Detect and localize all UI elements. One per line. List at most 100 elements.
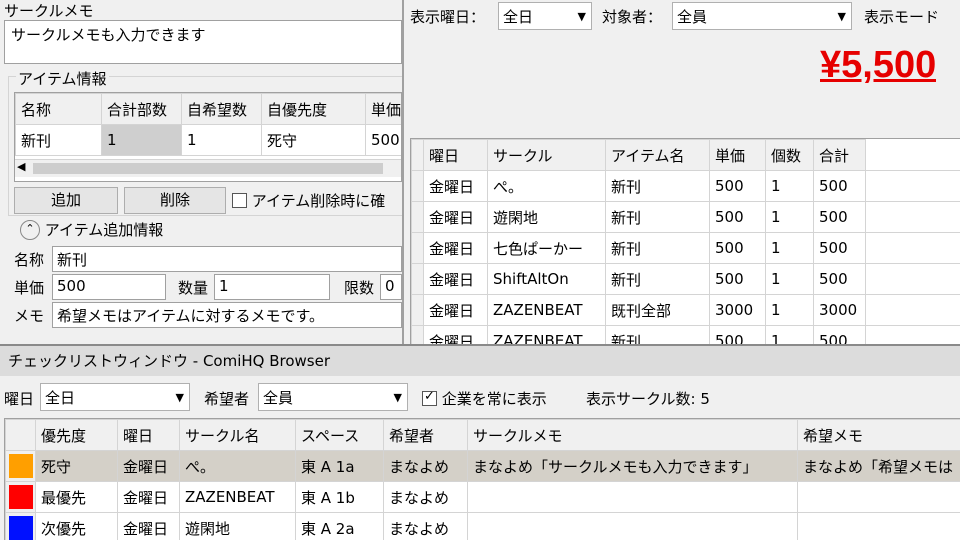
quantity-field[interactable]: 1 — [214, 274, 330, 300]
table-row[interactable]: 金曜日 ぺ。 新刊 500 1 500 — [411, 170, 960, 202]
summary-cell-day[interactable]: 金曜日 — [423, 263, 488, 295]
priority-color-swatch[interactable] — [5, 450, 36, 482]
row-header[interactable] — [411, 232, 424, 264]
summary-cell-total[interactable]: 500 — [813, 170, 866, 202]
checklist-wisher-select[interactable]: 全員 ▼ — [258, 383, 408, 411]
checklist-cell-space[interactable]: 東 A 2a — [295, 512, 384, 540]
summary-cell-day[interactable]: 金曜日 — [423, 170, 488, 202]
item-cell-name[interactable]: 新刊 — [15, 124, 102, 156]
table-row[interactable]: 金曜日 ZAZENBEAT 既刊全部 3000 1 3000 — [411, 294, 960, 326]
summary-cell-item[interactable]: 既刊全部 — [605, 294, 710, 326]
checklist-cell-circle[interactable]: ZAZENBEAT — [179, 481, 296, 513]
row-header[interactable] — [411, 170, 424, 202]
scroll-left-icon[interactable]: ◀ — [17, 160, 25, 173]
checklist-cell-day[interactable]: 金曜日 — [117, 450, 180, 482]
row-header[interactable] — [411, 201, 424, 233]
checklist-cell-space[interactable]: 東 A 1b — [295, 481, 384, 513]
table-row[interactable]: 金曜日 七色ぱーかー 新刊 500 1 500 — [411, 232, 960, 264]
confirm-delete-checkbox-row[interactable]: アイテム削除時に確 — [232, 190, 404, 211]
summary-cell-price[interactable]: 500 — [709, 201, 766, 233]
summary-cell-count[interactable]: 1 — [765, 201, 814, 233]
checklist-cell-circle[interactable]: 遊閑地 — [179, 512, 296, 540]
checklist-cell-wish-memo[interactable] — [797, 512, 960, 540]
add-item-button[interactable]: 追加 — [14, 187, 118, 214]
circle-memo-input[interactable]: サークルメモも入力できます — [4, 20, 402, 64]
delete-item-button[interactable]: 削除 — [124, 187, 226, 214]
table-row[interactable]: 金曜日 ShiftAltOn 新刊 500 1 500 — [411, 263, 960, 295]
summary-cell-total[interactable]: 500 — [813, 263, 866, 295]
summary-cell-count[interactable]: 1 — [765, 232, 814, 264]
item-cell-priority[interactable]: 死守 — [261, 124, 366, 156]
name-field[interactable]: 新刊 — [52, 246, 402, 272]
price-field[interactable]: 500 — [52, 274, 166, 300]
display-day-select[interactable]: 全日 ▼ — [498, 2, 592, 30]
summary-cell-count[interactable]: 1 — [765, 263, 814, 295]
table-row[interactable]: 金曜日 遊閑地 新刊 500 1 500 — [411, 201, 960, 233]
summary-cell-item[interactable]: 新刊 — [605, 263, 710, 295]
summary-cell-price[interactable]: 500 — [709, 263, 766, 295]
priority-color-swatch[interactable] — [5, 481, 36, 513]
row-header[interactable] — [411, 325, 424, 344]
table-row[interactable]: 最優先 金曜日 ZAZENBEAT 東 A 1b まなよめ — [5, 481, 960, 513]
item-cell-total[interactable]: 1 — [101, 124, 182, 156]
horizontal-scrollbar[interactable]: ◀ — [15, 159, 401, 177]
chevron-down-icon[interactable]: ▼ — [176, 391, 184, 404]
checklist-cell-priority[interactable]: 死守 — [35, 450, 118, 482]
company-checkbox-row[interactable]: ✓ 企業を常に表示 — [422, 388, 547, 409]
item-add-expander[interactable]: ⌃ アイテム追加情報 — [20, 219, 163, 240]
summary-cell-circle[interactable]: ZAZENBEAT — [487, 294, 606, 326]
row-header[interactable] — [411, 263, 424, 295]
checklist-cell-wish-memo[interactable] — [797, 481, 960, 513]
summary-cell-total[interactable]: 500 — [813, 232, 866, 264]
summary-cell-total[interactable]: 500 — [813, 325, 866, 344]
checklist-cell-circle-memo[interactable] — [467, 481, 798, 513]
chevron-down-icon[interactable]: ▼ — [578, 10, 586, 23]
checklist-cell-day[interactable]: 金曜日 — [117, 481, 180, 513]
table-row[interactable]: 死守 金曜日 ぺ。東 A 1a まなよめ まなよめ「サークルメモも入力できます」 まなよめ… — [5, 450, 960, 482]
checklist-cell-circle[interactable]: ぺ。 — [179, 450, 296, 482]
table-row[interactable]: 新刊 1 1 死守 500 — [15, 124, 401, 156]
summary-cell-item[interactable]: 新刊 — [605, 325, 710, 344]
summary-cell-item[interactable]: 新刊 — [605, 232, 710, 264]
checklist-cell-wisher[interactable]: まなよめ — [383, 512, 468, 540]
chevron-down-icon[interactable]: ▼ — [394, 391, 402, 404]
target-select[interactable]: 全員 ▼ — [672, 2, 852, 30]
checklist-grid[interactable]: 優先度 曜日 サークル名 スペース 希望者 サークルメモ 希望メモ 死守 金曜日ぺ… — [4, 418, 960, 540]
limit-field[interactable]: 0 — [380, 274, 402, 300]
summary-cell-count[interactable]: 1 — [765, 325, 814, 344]
summary-cell-price[interactable]: 500 — [709, 232, 766, 264]
table-row[interactable]: 金曜日 ZAZENBEAT 新刊 500 1 500 — [411, 325, 960, 344]
summary-cell-item[interactable]: 新刊 — [605, 170, 710, 202]
summary-cell-day[interactable]: 金曜日 — [423, 294, 488, 326]
row-header[interactable] — [411, 294, 424, 326]
summary-cell-day[interactable]: 金曜日 — [423, 232, 488, 264]
checklist-cell-priority[interactable]: 最優先 — [35, 481, 118, 513]
summary-cell-circle[interactable]: 七色ぱーかー — [487, 232, 606, 264]
checklist-cell-space[interactable]: 東 A 1a — [295, 450, 384, 482]
summary-cell-total[interactable]: 3000 — [813, 294, 866, 326]
summary-cell-circle[interactable]: ShiftAltOn — [487, 263, 606, 295]
summary-cell-day[interactable]: 金曜日 — [423, 325, 488, 344]
checklist-title-bar[interactable]: チェックリストウィンドウ - ComiHQ Browser — [0, 346, 960, 376]
summary-cell-day[interactable]: 金曜日 — [423, 201, 488, 233]
memo-field[interactable]: 希望メモはアイテムに対するメモです。 — [52, 302, 402, 328]
checklist-day-select[interactable]: 全日 ▼ — [40, 383, 190, 411]
table-row[interactable]: 次優先 金曜日 遊閑地東 A 2a まなよめ — [5, 512, 960, 540]
checklist-cell-circle-memo[interactable] — [467, 512, 798, 540]
checklist-cell-circle-memo[interactable]: まなよめ「サークルメモも入力できます」 — [467, 450, 798, 482]
company-checkbox[interactable]: ✓ — [422, 389, 437, 406]
checklist-cell-wish-memo[interactable]: まなよめ「希望メモは — [797, 450, 960, 482]
summary-cell-count[interactable]: 1 — [765, 170, 814, 202]
summary-cell-price[interactable]: 500 — [709, 325, 766, 344]
item-cell-price[interactable]: 500 — [365, 124, 401, 156]
item-cell-wish[interactable]: 1 — [181, 124, 262, 156]
summary-cell-count[interactable]: 1 — [765, 294, 814, 326]
summary-grid[interactable]: 曜日 サークル アイテム名 単価 個数 合計 金曜日 ぺ。 新刊 500 1 500 金曜日… — [410, 138, 960, 344]
summary-cell-price[interactable]: 500 — [709, 170, 766, 202]
priority-color-swatch[interactable] — [5, 512, 36, 540]
chevron-down-icon[interactable]: ▼ — [838, 10, 846, 23]
checklist-cell-wisher[interactable]: まなよめ — [383, 481, 468, 513]
scrollbar-thumb[interactable] — [33, 163, 383, 174]
summary-cell-total[interactable]: 500 — [813, 201, 866, 233]
chevron-up-icon[interactable]: ⌃ — [20, 219, 40, 240]
